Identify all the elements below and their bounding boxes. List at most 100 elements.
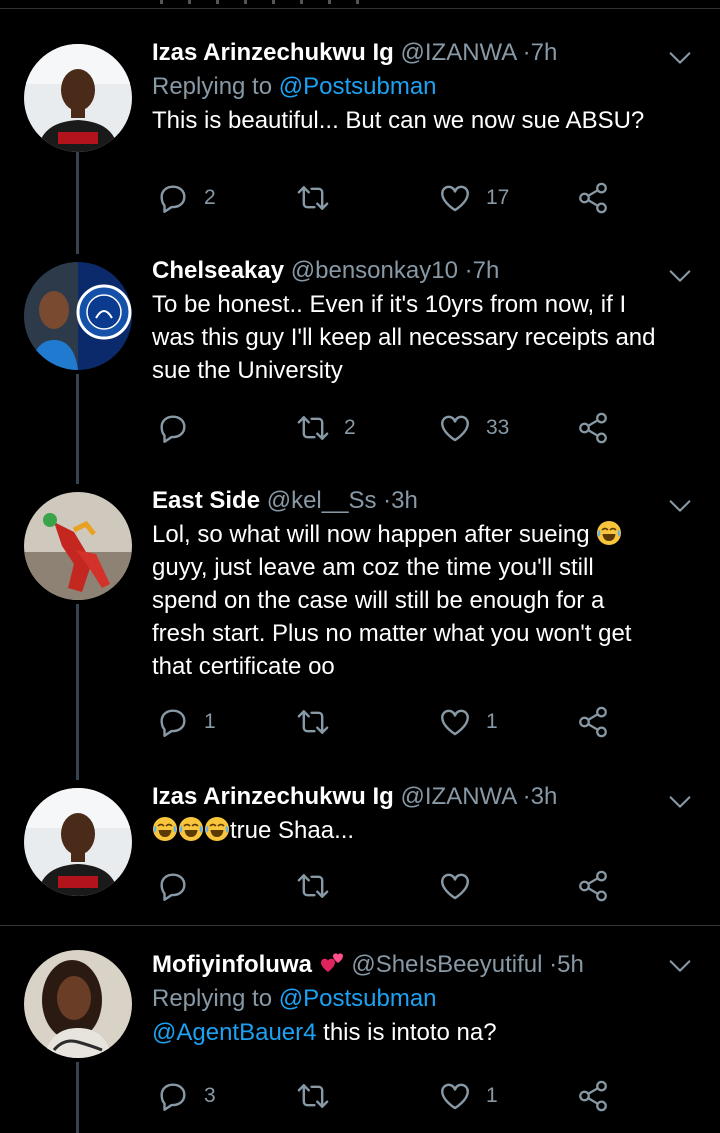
retweet-button[interactable] [296,866,344,906]
tweet-actions: 2 17 [152,178,632,218]
thread-line [76,1062,79,1133]
avatar[interactable] [24,788,132,896]
reply-button[interactable]: 3 [156,1076,216,1116]
retweet-icon [296,869,330,903]
avatar[interactable] [24,262,132,370]
reply-icon [156,1079,190,1113]
laughing-emoji-icon [596,520,622,546]
replying-to: Replying to @Postsubman [152,982,660,1016]
like-button[interactable] [438,866,486,906]
author-name[interactable]: Izas Arinzechukwu Ig [152,783,394,810]
reply-count: 3 [204,1084,216,1107]
author-handle[interactable]: @kel__Ss [267,487,377,514]
share-button[interactable] [576,408,610,448]
timestamp[interactable]: 7h [473,257,500,284]
author-name[interactable]: Izas Arinzechukwu Ig [152,39,394,66]
like-icon [438,705,472,739]
laughing-emoji-icon [152,816,178,842]
share-button[interactable] [576,866,610,906]
laughing-emoji-icon [178,816,204,842]
tweet-actions [152,866,632,906]
caret-down-icon[interactable] [666,952,694,980]
thread-divider [0,925,720,926]
reply-icon [156,869,190,903]
replying-to-mention[interactable]: @Postsubman [279,73,437,100]
reply-button[interactable]: 2 [156,178,216,218]
like-button[interactable]: 33 [438,408,509,448]
top-divider [0,0,720,10]
timestamp[interactable]: 3h [391,487,418,514]
author-handle[interactable]: @SheIsBeeyutiful [351,951,542,978]
replying-to-label: Replying to [152,985,273,1012]
timestamp[interactable]: 7h [531,39,558,66]
like-count: 1 [486,710,498,733]
thread-line [76,152,79,254]
tweet-text-part: guyy, just leave am coz the time you'll … [152,554,632,680]
like-button[interactable]: 1 [438,702,498,742]
share-icon [576,869,610,903]
share-icon [576,411,610,445]
share-icon [576,181,610,215]
thread-line [76,604,79,780]
reply-button[interactable] [156,866,204,906]
retweet-button[interactable]: 2 [296,408,356,448]
author-handle[interactable]: @IZANWA [401,783,516,810]
tweet-text: To be honest.. Even if it's 10yrs from n… [152,291,656,384]
avatar[interactable] [24,950,132,1058]
separator-dot: · [464,257,473,284]
like-count: 33 [486,416,510,439]
replying-to: Replying to @Postsubman [152,70,660,104]
retweet-button[interactable] [296,702,344,742]
caret-down-icon[interactable] [666,492,694,520]
retweet-button[interactable] [296,178,344,218]
caret-down-icon[interactable] [666,788,694,816]
retweet-icon [296,181,330,215]
tweet-text: true Shaa... [152,814,660,847]
share-icon [576,1079,610,1113]
avatar[interactable] [24,44,132,152]
share-button[interactable] [576,702,610,742]
tweet-actions: 1 1 [152,702,632,742]
author-name[interactable]: Mofiyinfoluwa [152,951,312,978]
replying-to-mention[interactable]: @Postsubman [279,985,437,1012]
retweet-button[interactable] [296,1076,344,1116]
like-button[interactable]: 17 [438,178,509,218]
caret-down-icon[interactable] [666,262,694,290]
like-icon [438,181,472,215]
author-name[interactable]: East Side [152,487,260,514]
share-button[interactable] [576,1076,610,1116]
tweet-actions: 3 1 [152,1076,632,1116]
caret-down-icon[interactable] [666,44,694,72]
timestamp[interactable]: 3h [531,783,558,810]
retweet-icon [296,705,330,739]
timestamp[interactable]: 5h [557,951,584,978]
reply-button[interactable] [156,408,204,448]
reply-button[interactable]: 1 [156,702,216,742]
share-button[interactable] [576,178,610,218]
separator-dot: · [549,951,558,978]
retweet-count: 2 [344,416,356,439]
reply-icon [156,705,190,739]
reply-count: 1 [204,710,216,733]
like-count: 1 [486,1084,498,1107]
replying-to-label: Replying to [152,73,273,100]
like-icon [438,1079,472,1113]
tweet-text: Lol, so what will now happen after suein… [152,518,660,683]
avatar[interactable] [24,492,132,600]
thread-line [76,374,79,484]
author-name[interactable]: Chelseakay [152,257,284,284]
share-icon [576,705,610,739]
like-icon [438,869,472,903]
separator-dot: · [522,783,531,810]
like-count: 17 [486,186,510,209]
tweet-text: @AgentBauer4 this is intoto na? [152,1016,660,1049]
tweet-text-part: true Shaa... [230,817,355,844]
retweet-icon [296,1079,330,1113]
tweet-text-part: Lol, so what will now happen after suein… [152,521,590,548]
tweet-mention[interactable]: @AgentBauer4 [152,1019,316,1046]
author-handle[interactable]: @IZANWA [401,39,516,66]
author-handle[interactable]: @bensonkay10 [291,257,458,284]
like-button[interactable]: 1 [438,1076,498,1116]
like-icon [438,411,472,445]
reply-count: 2 [204,186,216,209]
